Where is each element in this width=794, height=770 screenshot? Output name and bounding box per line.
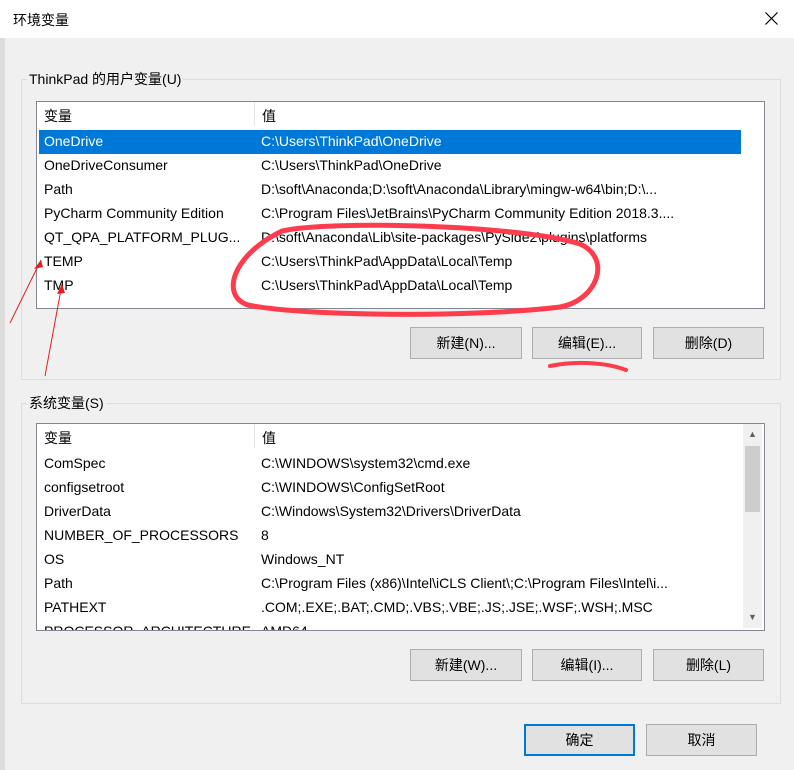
close-button[interactable] [748,0,794,38]
column-header-variable[interactable]: 变量 [44,106,72,126]
variable-value: C:\Windows\System32\Drivers\DriverData [261,503,521,519]
variable-name: DriverData [44,503,111,519]
cancel-button[interactable]: 取消 [646,724,757,756]
user-vars-group-label: ThinkPad 的用户变量(U) [27,69,184,89]
column-header-variable[interactable]: 变量 [44,428,72,448]
variable-name: TEMP [44,253,83,269]
scroll-down-arrow-icon[interactable]: ▼ [743,609,762,626]
system-new-button[interactable]: 新建(W)... [410,649,522,681]
variable-value: C:\Program Files (x86)\Intel\iCLS Client… [261,575,668,591]
variable-value: D:\soft\Anaconda\Lib\site-packages\PySid… [261,229,647,245]
variable-value: C:\Users\ThinkPad\AppData\Local\Temp [261,277,513,293]
table-row[interactable]: OneDriveConsumer C:\Users\ThinkPad\OneDri… [39,154,741,178]
table-row[interactable]: OS Windows_NT [39,548,741,572]
window-title: 环境变量 [13,12,69,28]
column-header-value[interactable]: 值 [262,428,276,448]
table-row[interactable]: TMP C:\Users\ThinkPad\AppData\Local\Temp [39,274,741,298]
variable-value: C:\Users\ThinkPad\OneDrive [261,157,442,173]
variable-name: PyCharm Community Edition [44,205,224,221]
title-bar[interactable]: 环境变量 [0,0,794,38]
close-icon [765,12,778,25]
table-row[interactable]: QT_QPA_PLATFORM_PLUG... D:\soft\Anaconda\… [39,226,741,250]
table-row[interactable]: Path C:\Program Files (x86)\Intel\iCLS Cl… [39,572,741,596]
variable-value: C:\WINDOWS\ConfigSetRoot [261,479,445,495]
variable-name: ComSpec [44,455,106,471]
variable-name: OneDrive [44,133,104,149]
system-edit-button[interactable]: 编辑(I)... [532,649,642,681]
variable-value: .COM;.EXE;.BAT;.CMD;.VBS;.VBE;.JS;.JSE;.… [261,599,653,615]
table-row[interactable]: PyCharm Community Edition C:\Program File… [39,202,741,226]
variable-value: C:\Users\ThinkPad\OneDrive [261,133,442,149]
variable-name: configsetroot [44,479,125,495]
user-delete-button[interactable]: 删除(D) [653,327,764,359]
variable-name: QT_QPA_PLATFORM_PLUG... [44,229,241,245]
list-header: 变量 值 [37,424,764,448]
user-vars-list[interactable]: 变量 值 OneDrive C:\Users\ThinkPad\OneDrive O… [36,101,765,309]
list-header: 变量 值 [37,102,764,126]
variable-name: OS [44,551,65,567]
vertical-scrollbar[interactable]: ▲ ▼ [743,424,762,628]
variable-value: 8 [261,527,269,543]
table-row[interactable]: OneDrive C:\Users\ThinkPad\OneDrive [39,130,741,154]
user-edit-button[interactable]: 编辑(E)... [532,327,642,359]
system-vars-group-label: 系统变量(S) [27,393,106,413]
scroll-up-arrow-icon[interactable]: ▲ [743,426,762,443]
variable-name: TMP [44,277,74,293]
variable-value: AMD64 [261,623,308,631]
scrollbar-thumb[interactable] [745,446,760,512]
table-row[interactable]: NUMBER_OF_PROCESSORS 8 [39,524,741,548]
variable-name: Path [44,181,73,197]
table-row[interactable]: ComSpec C:\WINDOWS\system32\cmd.exe [39,452,741,476]
window-edge [0,38,5,770]
variable-value: C:\WINDOWS\system32\cmd.exe [261,455,471,471]
column-divider[interactable] [254,102,255,126]
column-divider[interactable] [254,424,255,448]
table-row[interactable]: PATHEXT .COM;.EXE;.BAT;.CMD;.VBS;.VBE;.JS… [39,596,741,620]
table-row[interactable]: DriverData C:\Windows\System32\Drivers\Dr… [39,500,741,524]
table-row[interactable]: TEMP C:\Users\ThinkPad\AppData\Local\Temp [39,250,741,274]
environment-variables-dialog: 环境变量 ThinkPad 的用户变量(U) 变量 值 OneDrive C:\U… [0,0,794,770]
variable-name: PATHEXT [44,599,107,615]
system-delete-button[interactable]: 删除(L) [653,649,764,681]
variable-value: C:\Program Files\JetBrains\PyCharm Commu… [261,205,675,221]
ok-button[interactable]: 确定 [524,724,635,756]
table-row[interactable]: configsetroot C:\WINDOWS\ConfigSetRoot [39,476,741,500]
variable-value: Windows_NT [261,551,345,567]
column-header-value[interactable]: 值 [262,106,276,126]
variable-name: NUMBER_OF_PROCESSORS [44,527,239,543]
variable-value: D:\soft\Anaconda;D:\soft\Anaconda\Librar… [261,181,658,197]
variable-value: C:\Users\ThinkPad\AppData\Local\Temp [261,253,513,269]
table-row[interactable]: Path D:\soft\Anaconda;D:\soft\Anaconda\Li… [39,178,741,202]
variable-name: PROCESSOR_ARCHITECTURE [44,623,251,631]
system-vars-list[interactable]: 变量 值 ComSpec C:\WINDOWS\system32\cmd.exe c… [36,423,765,631]
variable-name: Path [44,575,73,591]
variable-name: OneDriveConsumer [44,157,168,173]
user-new-button[interactable]: 新建(N)... [410,327,522,359]
table-row[interactable]: PROCESSOR_ARCHITECTURE AMD64 [39,620,741,631]
